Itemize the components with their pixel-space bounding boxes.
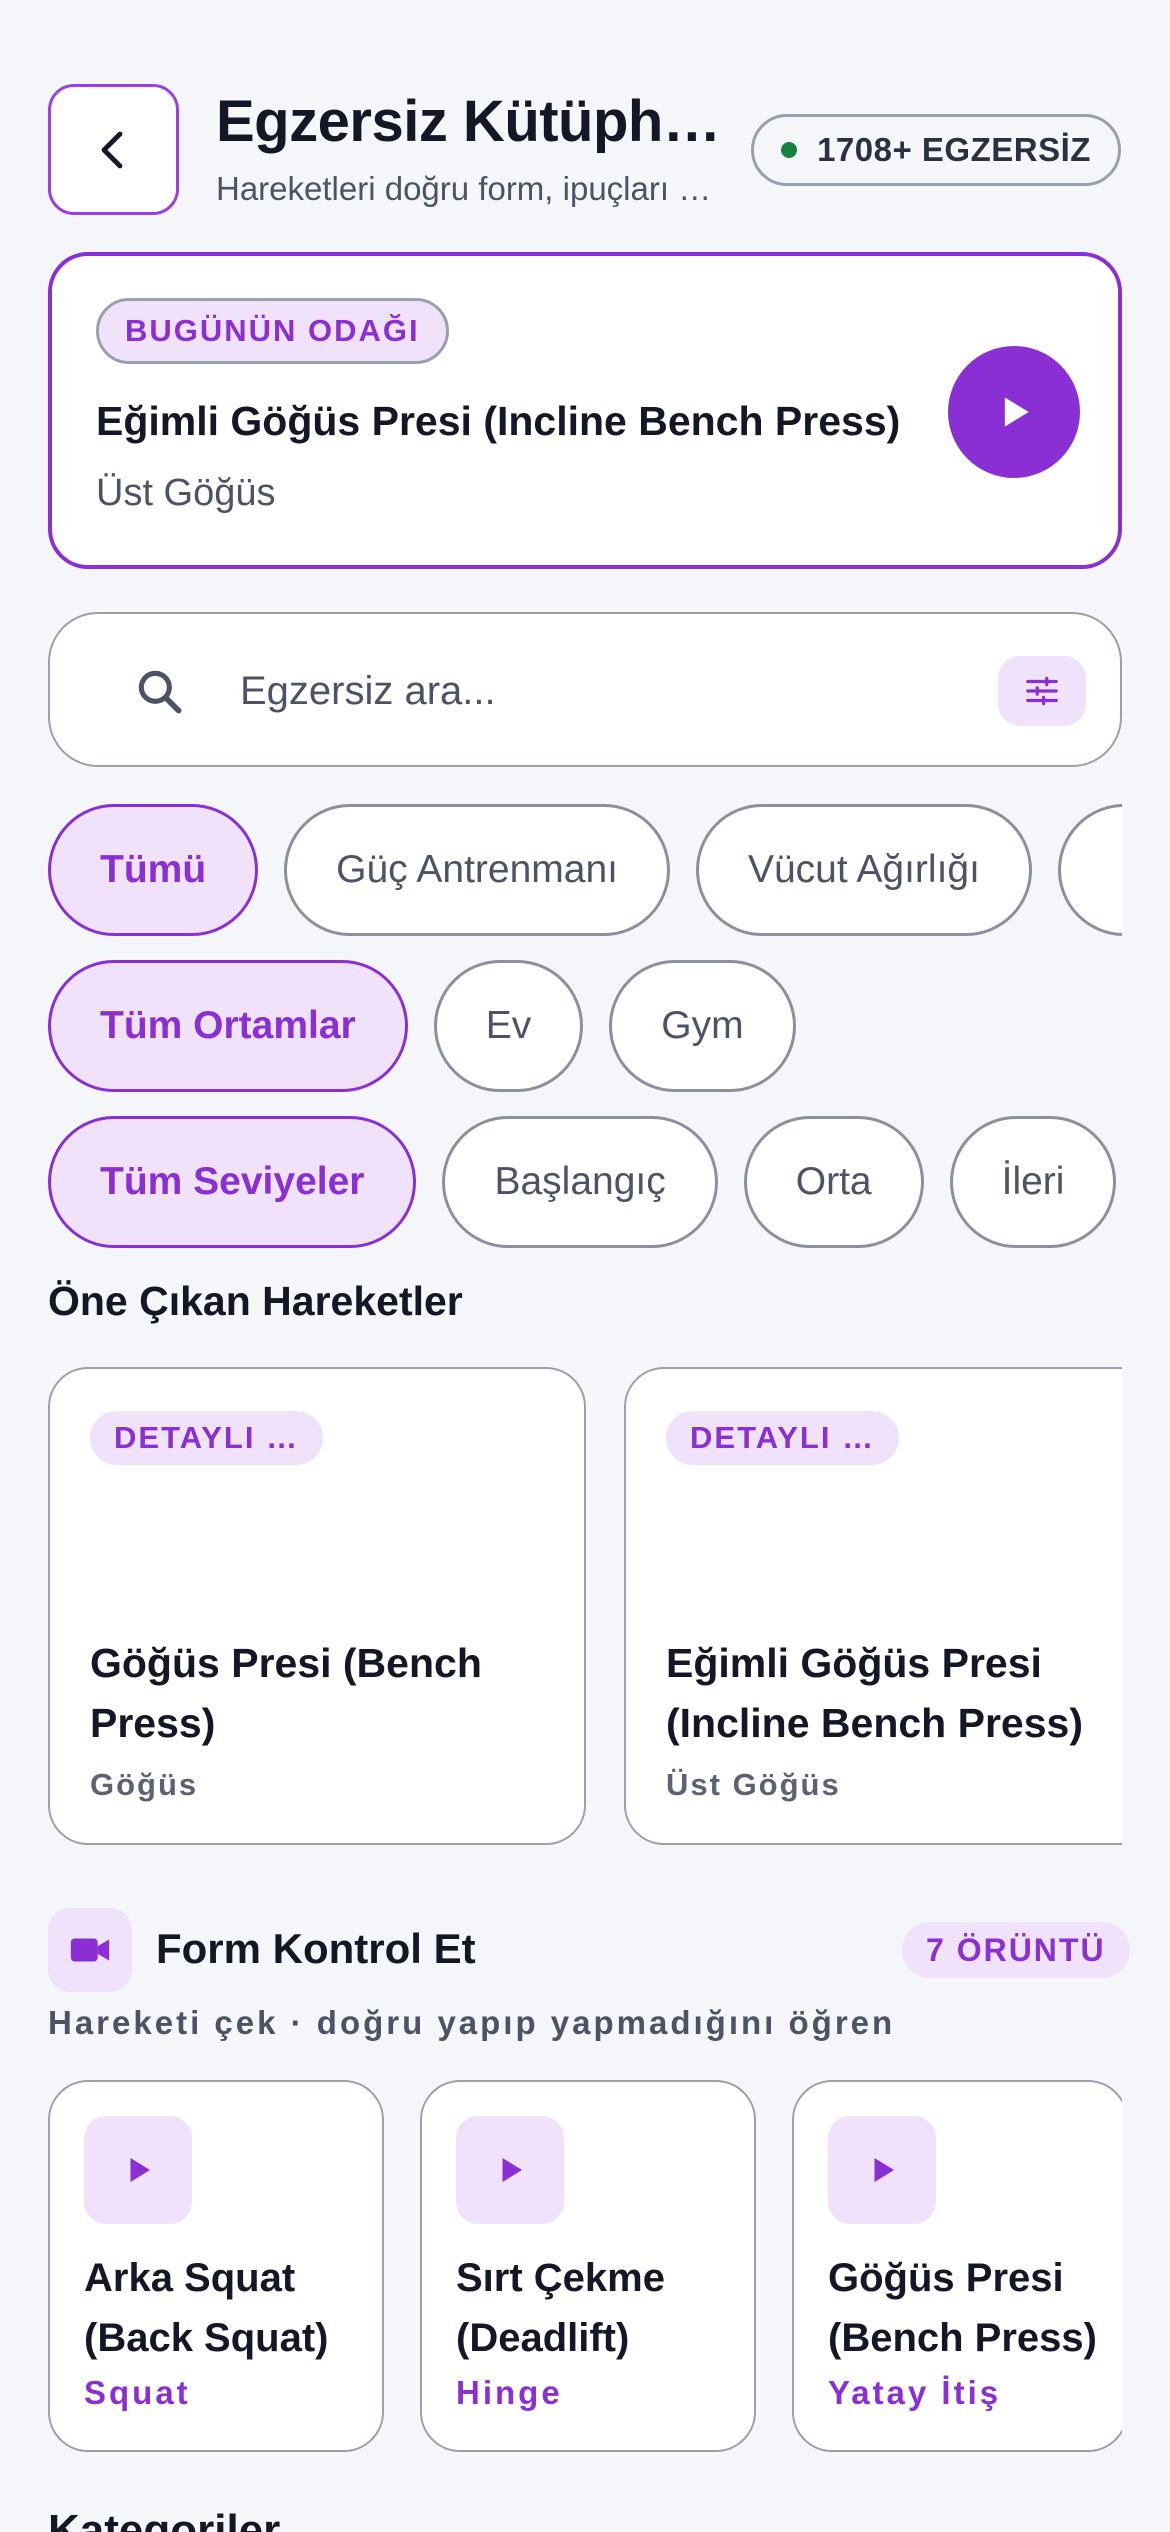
- page-title: Egzersiz Kütüphanesi: [216, 89, 736, 154]
- video-camera-icon-box: [48, 1908, 132, 1992]
- sliders-icon: [1026, 676, 1058, 706]
- featured-heading: Öne Çıkan Hareketler: [48, 1278, 463, 1324]
- featured-tag: DETAYLI …: [90, 1411, 324, 1465]
- environment-filter-row: Tüm Ortamlar Ev Gym: [48, 960, 1122, 1092]
- featured-title: Eğimli Göğüs Presi (Incline Bench Press): [666, 1640, 1083, 1746]
- chip-type-all[interactable]: Tümü: [48, 804, 259, 936]
- featured-muscle: Üst Göğüs: [666, 1767, 841, 1802]
- play-icon: [1004, 397, 1029, 427]
- pattern-card[interactable]: Arka Squat (Back Squat) Squat: [48, 2080, 384, 2452]
- chip-level-beginner[interactable]: Başlangıç: [442, 1116, 718, 1248]
- pattern-label: Squat: [84, 2374, 191, 2411]
- focus-play-button[interactable]: [948, 346, 1080, 478]
- form-check-subtitle: Hareketi çek · doğru yapıp yapmadığını ö…: [48, 2004, 896, 2041]
- pattern-card[interactable]: Sırt Çekme (Deadlift) Hinge: [420, 2080, 756, 2452]
- chip-level-all[interactable]: Tüm Seviyeler: [48, 1116, 417, 1248]
- chip-env-home[interactable]: Ev: [433, 960, 584, 1092]
- pattern-play-button[interactable]: [456, 2116, 564, 2224]
- pattern-label: Hinge: [456, 2374, 563, 2411]
- chevron-left-icon: [101, 131, 122, 168]
- featured-carousel[interactable]: DETAYLI … Göğüs Presi (Bench Press) Göğü…: [48, 1367, 1122, 1847]
- search-input[interactable]: [240, 658, 980, 724]
- featured-title: Göğüs Presi (Bench Press): [90, 1640, 482, 1746]
- pattern-carousel[interactable]: Arka Squat (Back Squat) Squat Sırt Çekme…: [48, 2080, 1122, 2454]
- chip-level-advanced[interactable]: İleri: [949, 1116, 1117, 1248]
- featured-muscle: Göğüs: [90, 1767, 199, 1802]
- todays-focus-card[interactable]: BUGÜNÜN ODAĞI Eğimli Göğüs Presi (Inclin…: [48, 252, 1122, 569]
- pattern-label: Yatay İtiş: [828, 2374, 1002, 2411]
- play-icon: [874, 2158, 894, 2182]
- level-filter-row: Tüm Seviyeler Başlangıç Orta İleri: [48, 1116, 1122, 1248]
- pattern-card[interactable]: Göğüs Presi (Bench Press) Yatay İtiş: [792, 2080, 1122, 2452]
- search-bar[interactable]: [48, 612, 1122, 767]
- chip-type-more[interactable]: [1057, 804, 1122, 936]
- pattern-count-badge: 7 ÖRÜNTÜ: [902, 1922, 1130, 1978]
- focus-muscle-label: Üst Göğüs: [96, 472, 276, 514]
- featured-tag: DETAYLI …: [666, 1411, 900, 1465]
- back-button[interactable]: [48, 84, 179, 215]
- categories-heading: Kategoriler: [48, 2506, 281, 2532]
- filter-button[interactable]: [998, 656, 1086, 726]
- pattern-play-button[interactable]: [828, 2116, 936, 2224]
- chip-type-strength[interactable]: Güç Antrenmanı: [284, 804, 670, 936]
- search-icon: [138, 670, 182, 714]
- form-check-title: Form Kontrol Et: [156, 1925, 476, 1972]
- pattern-title: Arka Squat (Back Squat): [84, 2256, 329, 2360]
- exercise-count-label: 1708+ EGZERSİZ: [817, 131, 1091, 168]
- focus-exercise-title: Eğimli Göğüs Presi (Incline Bench Press): [96, 398, 901, 444]
- type-filter-row: Tümü Güç Antrenmanı Vücut Ağırlığı: [48, 804, 1122, 936]
- featured-card[interactable]: DETAYLI … Göğüs Presi (Bench Press) Göğü…: [48, 1367, 586, 1845]
- video-camera-icon: [70, 1938, 110, 1962]
- play-icon: [130, 2158, 150, 2182]
- pattern-title: Göğüs Presi (Bench Press): [828, 2256, 1097, 2360]
- play-icon: [502, 2158, 522, 2182]
- pattern-play-button[interactable]: [84, 2116, 192, 2224]
- featured-card[interactable]: DETAYLI … Eğimli Göğüs Presi (Incline Be…: [624, 1367, 1122, 1845]
- chip-env-gym[interactable]: Gym: [609, 960, 796, 1092]
- page-subtitle: Hareketleri doğru form, ipuçları ve vide…: [216, 170, 726, 207]
- chip-type-bodyweight[interactable]: Vücut Ağırlığı: [695, 804, 1032, 936]
- status-dot-icon: [781, 142, 798, 158]
- pattern-title: Sırt Çekme (Deadlift): [456, 2256, 665, 2360]
- focus-tag: BUGÜNÜN ODAĞI: [96, 298, 449, 364]
- exercise-count-badge: 1708+ EGZERSİZ: [751, 114, 1121, 186]
- chip-env-all[interactable]: Tüm Ortamlar: [48, 960, 408, 1092]
- chip-level-intermediate[interactable]: Orta: [743, 1116, 924, 1248]
